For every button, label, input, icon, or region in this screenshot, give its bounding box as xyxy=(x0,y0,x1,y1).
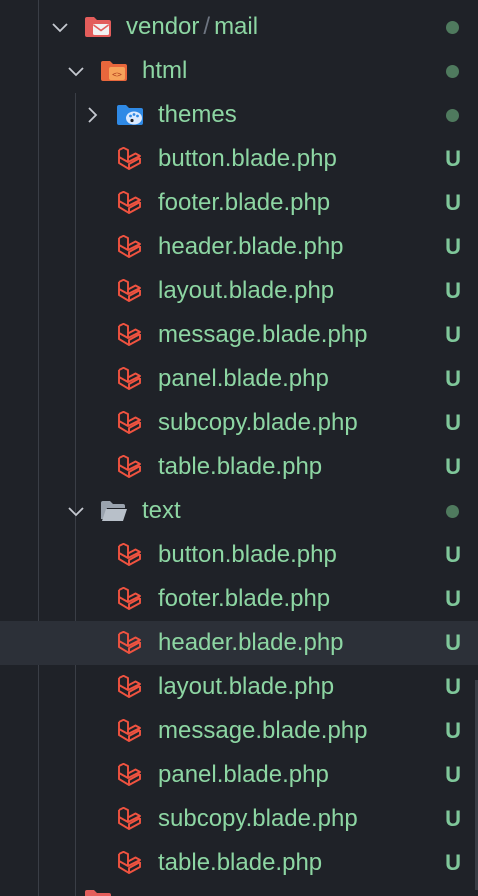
folder-mail-icon xyxy=(85,17,111,37)
folder-label-part: mail xyxy=(214,13,259,40)
laravel-icon xyxy=(118,807,141,830)
file-row-table[interactable]: table.blade.php U xyxy=(0,445,478,489)
path-separator: / xyxy=(203,13,211,40)
folder-theme-icon xyxy=(117,105,143,125)
laravel-icon xyxy=(118,719,141,742)
laravel-icon xyxy=(118,455,141,478)
untracked-status: U xyxy=(445,674,461,699)
folder-label-part: vendor xyxy=(126,13,200,40)
file-label: footer.blade.php xyxy=(158,189,331,216)
folder-html-icon: <> xyxy=(101,61,127,81)
untracked-status: U xyxy=(445,718,461,743)
folder-open-icon xyxy=(101,501,127,521)
file-label: message.blade.php xyxy=(158,321,368,348)
file-row-panel[interactable]: panel.blade.php U xyxy=(0,357,478,401)
folder-label-vendor-mail: vendor / mail xyxy=(126,5,258,49)
file-label: subcopy.blade.php xyxy=(158,409,358,436)
modified-status-dot xyxy=(446,505,459,518)
file-label: button.blade.php xyxy=(158,145,337,172)
laravel-icon xyxy=(118,367,141,390)
folder-row-text[interactable]: text xyxy=(0,489,478,533)
file-explorer-tree: vendor / mail <> html themes button.blad… xyxy=(0,0,478,896)
untracked-status: U xyxy=(445,630,461,655)
file-label: subcopy.blade.php xyxy=(158,805,358,832)
folder-label-text: text xyxy=(142,497,181,524)
file-row-header[interactable]: header.blade.php U xyxy=(0,225,478,269)
laravel-icon xyxy=(118,279,141,302)
untracked-status: U xyxy=(445,410,461,435)
file-row-layout[interactable]: layout.blade.php U xyxy=(0,665,478,709)
untracked-status: U xyxy=(445,542,461,567)
file-row-subcopy[interactable]: subcopy.blade.php U xyxy=(0,401,478,445)
file-row-subcopy[interactable]: subcopy.blade.php U xyxy=(0,797,478,841)
laravel-icon xyxy=(118,587,141,610)
untracked-status: U xyxy=(445,190,461,215)
file-label: layout.blade.php xyxy=(158,673,335,700)
laravel-icon xyxy=(118,323,141,346)
untracked-status: U xyxy=(445,806,461,831)
chevron-right-icon[interactable] xyxy=(82,105,102,125)
chevron-down-icon[interactable] xyxy=(66,61,86,81)
file-row-footer[interactable]: footer.blade.php U xyxy=(0,577,478,621)
folder-mail-icon xyxy=(85,890,111,896)
laravel-icon xyxy=(118,191,141,214)
file-row-message[interactable]: message.blade.php U xyxy=(0,313,478,357)
folder-row-vendor-mail[interactable]: vendor / mail xyxy=(0,5,478,49)
file-label: button.blade.php xyxy=(158,541,337,568)
file-row-button[interactable]: button.blade.php U xyxy=(0,137,478,181)
laravel-icon xyxy=(118,235,141,258)
laravel-icon xyxy=(118,851,141,874)
svg-text:<>: <> xyxy=(112,70,122,79)
chevron-down-icon[interactable] xyxy=(50,17,70,37)
untracked-status: U xyxy=(445,234,461,259)
laravel-icon xyxy=(118,631,141,654)
file-row-header[interactable]: header.blade.php U xyxy=(0,621,478,665)
file-row-table[interactable]: table.blade.php U xyxy=(0,841,478,885)
file-label: panel.blade.php xyxy=(158,365,329,392)
file-row-footer[interactable]: footer.blade.php U xyxy=(0,181,478,225)
chevron-down-icon[interactable] xyxy=(66,501,86,521)
laravel-icon xyxy=(118,147,141,170)
file-label: table.blade.php xyxy=(158,453,323,480)
untracked-status: U xyxy=(445,454,461,479)
untracked-status: U xyxy=(445,850,461,875)
laravel-icon xyxy=(118,543,141,566)
untracked-status: U xyxy=(445,322,461,347)
laravel-icon xyxy=(118,411,141,434)
file-label: layout.blade.php xyxy=(158,277,335,304)
untracked-status: U xyxy=(445,366,461,391)
untracked-status: U xyxy=(445,146,461,171)
file-label: header.blade.php xyxy=(158,629,344,656)
file-row-message[interactable]: message.blade.php U xyxy=(0,709,478,753)
file-label: header.blade.php xyxy=(158,233,344,260)
laravel-icon xyxy=(118,763,141,786)
file-row-button[interactable]: button.blade.php U xyxy=(0,533,478,577)
file-label: message.blade.php xyxy=(158,717,368,744)
folder-row-themes[interactable]: themes xyxy=(0,93,478,137)
folder-label-themes: themes xyxy=(158,101,237,128)
modified-status-dot xyxy=(446,109,459,122)
file-label: table.blade.php xyxy=(158,849,323,876)
modified-status-dot xyxy=(446,21,459,34)
file-label: footer.blade.php xyxy=(158,585,331,612)
file-label: panel.blade.php xyxy=(158,761,329,788)
untracked-status: U xyxy=(445,762,461,787)
untracked-status: U xyxy=(445,586,461,611)
laravel-icon xyxy=(118,675,141,698)
modified-status-dot xyxy=(446,65,459,78)
file-row-panel[interactable]: panel.blade.php U xyxy=(0,753,478,797)
folder-row-html[interactable]: <> html xyxy=(0,49,478,93)
untracked-status: U xyxy=(445,278,461,303)
folder-label-html: html xyxy=(142,57,188,84)
file-row-layout[interactable]: layout.blade.php U xyxy=(0,269,478,313)
